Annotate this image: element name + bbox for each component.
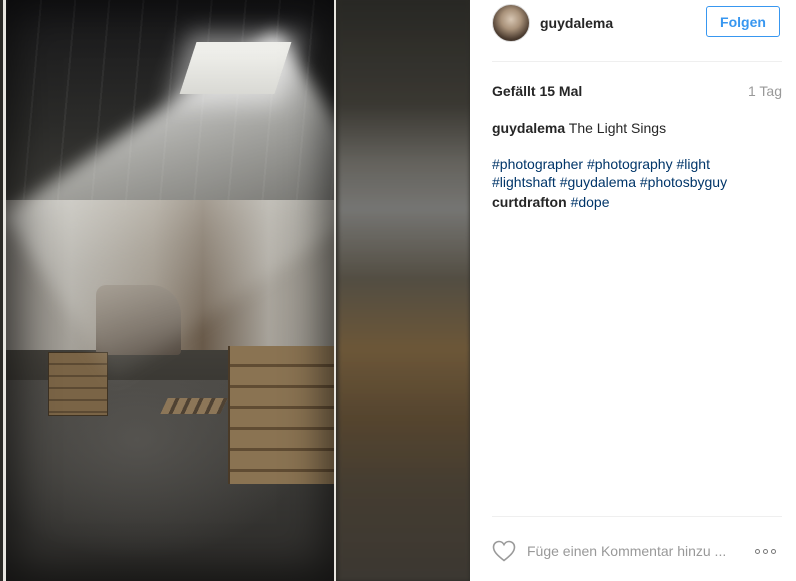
comment-divider [492, 516, 782, 517]
comment-username[interactable]: guydalema [492, 120, 565, 136]
comments-list: guydalema The Light Sings #photographer … [492, 119, 782, 211]
dot-icon [763, 548, 768, 554]
header-username[interactable]: guydalema [540, 15, 613, 31]
comment-text: The Light Sings [568, 120, 667, 136]
heart-icon[interactable] [492, 540, 516, 562]
photo-vignette [6, 0, 334, 581]
caption-comment: guydalema The Light Sings #photographer … [492, 119, 782, 191]
hashtag-link[interactable]: #photographer [492, 156, 583, 172]
list-item: curtdrafton #dope [492, 193, 782, 211]
header-divider [492, 61, 782, 62]
hashtag-link[interactable]: #photography [587, 156, 673, 172]
comment-username[interactable]: curtdrafton [492, 194, 567, 210]
hashtag-link[interactable]: #photosbyguy [640, 174, 727, 190]
post-side-panel: guydalema Folgen Gefällt 15 Mal 1 Tag gu… [470, 0, 796, 581]
follow-button[interactable]: Folgen [706, 6, 780, 37]
dot-icon [755, 548, 760, 554]
add-comment-row [492, 539, 782, 563]
blurred-photo-backdrop [338, 0, 470, 581]
more-options-icon[interactable] [755, 542, 776, 560]
post-photo[interactable] [3, 0, 336, 581]
hashtag-link[interactable]: #light [677, 156, 710, 172]
comment-input[interactable] [527, 543, 737, 559]
caption-hashtags: #photographer #photography #light #light… [492, 155, 782, 191]
dot-icon [771, 548, 776, 554]
avatar[interactable] [492, 4, 530, 42]
likes-count[interactable]: Gefällt 15 Mal [492, 83, 582, 99]
post-photo-area [0, 0, 470, 581]
likes-row: Gefällt 15 Mal 1 Tag [492, 82, 782, 100]
hashtag-link[interactable]: #lightshaft [492, 174, 556, 190]
post-time[interactable]: 1 Tag [748, 83, 782, 99]
hashtag-link[interactable]: #dope [571, 194, 610, 210]
hashtag-link[interactable]: #guydalema [560, 174, 636, 190]
